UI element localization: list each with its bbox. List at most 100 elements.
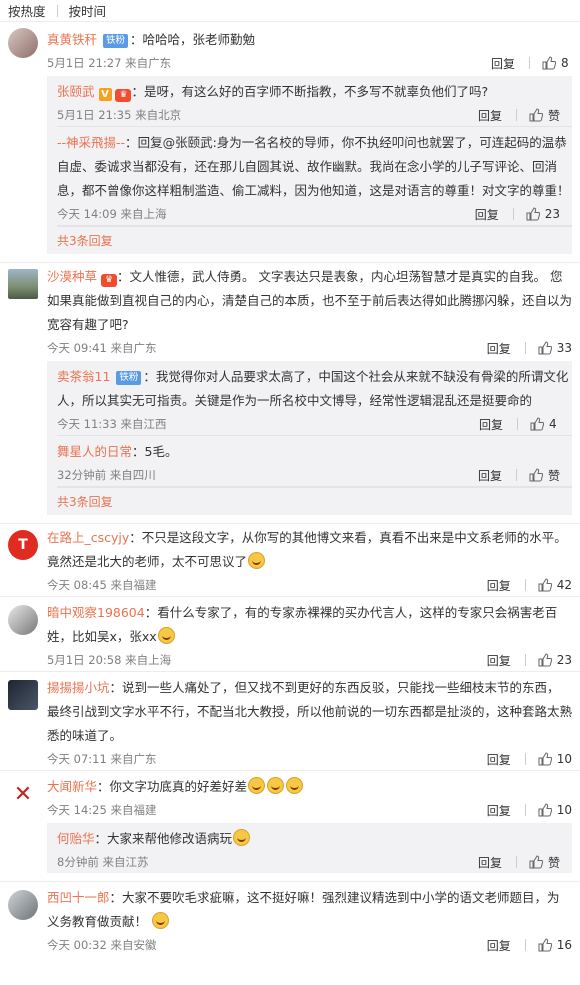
comment-meta: 今天 08:45 来自福建 回复 42 [47, 574, 572, 596]
avatar[interactable] [8, 28, 38, 58]
avatar[interactable]: T [8, 530, 38, 560]
comment-time: 今天 09:41 来自广东 [47, 341, 157, 355]
comment-username[interactable]: 真黄铁秆 [47, 32, 97, 47]
comment-username[interactable]: 沙漠种草 [47, 269, 97, 284]
reply-button[interactable]: 回复 [479, 416, 503, 433]
like-button[interactable]: 8 [542, 56, 572, 70]
like-label: 赞 [547, 855, 560, 870]
verified-icon: V [98, 88, 112, 101]
meta-divider [524, 753, 526, 765]
comment-meta: 今天 09:41 来自广东 回复 33 [47, 337, 572, 359]
comment-text: 在路上_cscyjy：不只是这段文字，从你写的其他博文来看，真看不出来是中文系老… [47, 530, 567, 569]
thumbs-up-icon [529, 108, 543, 122]
avatar[interactable] [8, 680, 38, 710]
sort-by-time-tab[interactable]: 按时间 [69, 1, 107, 20]
thumbs-up-icon [538, 803, 552, 817]
thumbs-up-icon [538, 578, 552, 592]
like-button[interactable]: 10 [538, 803, 572, 817]
reply-button[interactable]: 回复 [487, 652, 511, 669]
comment-username[interactable]: 揚揚揚小坑 [47, 680, 110, 695]
reply-username[interactable]: 舞星人的日常 [57, 444, 132, 459]
reply-button[interactable]: 回复 [487, 937, 511, 954]
reply-username[interactable]: 何贻华 [57, 831, 95, 846]
like-count: 42 [556, 578, 572, 592]
sort-by-hot-tab[interactable]: 按热度 [8, 1, 46, 20]
comment-username[interactable]: 在路上_cscyjy [47, 530, 129, 545]
sort-divider [56, 4, 58, 17]
reply-button[interactable]: 回复 [487, 577, 511, 594]
comment-item: 暗中观察198604：看什么专家了，有的专家赤裸裸的买办代言人，这样的专家只会祸… [0, 597, 580, 672]
comment-item: 沙漠种草 ♛ ：文人惟德，武人侍勇。 文字表达只是表象，内心坦荡智慧才是真实的自我… [0, 263, 580, 524]
avatar[interactable] [8, 605, 38, 635]
laughing-emoji-icon [233, 829, 251, 846]
reply-meta: 32分钟前 来自四川 回复 赞 [57, 464, 572, 486]
reply-button[interactable]: 回复 [478, 467, 502, 484]
meta-divider [512, 208, 514, 220]
thumbs-up-icon [529, 855, 543, 869]
reply-button[interactable]: 回复 [487, 340, 511, 357]
reply-meta: 8分钟前 来自江苏 回复 赞 [57, 851, 572, 873]
view-more-replies-link[interactable]: 共3条回复 [57, 226, 572, 254]
meta-divider [524, 342, 526, 354]
comment-username[interactable]: 暗中观察198604 [47, 605, 145, 620]
like-count: 33 [556, 341, 572, 355]
reply-meta: 今天 11:33 来自江西 回复 4 [57, 413, 572, 435]
reply-username[interactable]: --神采飛揚-- [57, 135, 125, 150]
like-button[interactable]: 赞 [529, 854, 560, 871]
avatar[interactable]: ✕ [8, 779, 38, 809]
meta-divider [515, 469, 517, 481]
reply-button[interactable]: 回复 [478, 854, 502, 871]
reply-button[interactable]: 回复 [478, 107, 502, 124]
thumbs-up-icon [538, 341, 552, 355]
comment-item: ✕ 大闻新华：你文字功底真的好差好差 今天 14:25 来自福建 回复 10 何… [0, 771, 580, 882]
replies-box: 张颐武 V ♛ ：是呀，有这么好的百字师不断指教，不多写不就辜负他们了吗? 5月1… [47, 76, 572, 254]
laughing-emoji-icon [248, 552, 266, 569]
reply-time: 32分钟前 来自四川 [57, 468, 156, 482]
reply-text: 舞星人的日常：5毛。 [57, 444, 178, 459]
like-button[interactable]: 赞 [529, 467, 560, 484]
avatar[interactable] [8, 890, 38, 920]
avatar[interactable] [8, 269, 38, 299]
thumbs-up-icon [538, 938, 552, 952]
comment-text: 西凹十一郎：大家不要吹毛求疵嘛，这不挺好嘛！强烈建议精选到中小学的语文老师题目，… [47, 890, 560, 929]
like-button[interactable]: 赞 [529, 107, 560, 124]
comment-time: 今天 08:45 来自福建 [47, 578, 157, 592]
thumbs-up-icon [538, 752, 552, 766]
thumbs-up-icon [530, 417, 544, 431]
comment-content: 大家不要吹毛求疵嘛，这不挺好嘛！强烈建议精选到中小学的语文老师题目，为义务教育做… [47, 890, 560, 929]
like-button[interactable]: 23 [538, 653, 572, 667]
comment-item: 真黄铁秆 铁粉 ：哈哈哈，张老师勤勉 5月1日 21:27 来自广东 回复 8 张… [0, 22, 580, 263]
comment-username[interactable]: 西凹十一郎 [47, 890, 110, 905]
comment-time: 今天 00:32 来自安徽 [47, 938, 157, 952]
replies-box: 卖茶翁11 铁粉 ：我觉得你对人品要求太高了，中国这个社会从来就不缺没有骨梁的所谓… [47, 361, 572, 515]
comment-item: 揚揚揚小坑：说到一些人痛处了，但又找不到更好的东西反驳，只能找一些细枝末节的东西… [0, 672, 580, 771]
like-button[interactable]: 23 [526, 207, 560, 221]
comment-item: 西凹十一郎：大家不要吹毛求疵嘛，这不挺好嘛！强烈建议精选到中小学的语文老师题目，… [0, 882, 580, 956]
like-button[interactable]: 10 [538, 752, 572, 766]
reply-username[interactable]: 张颐武 [57, 84, 95, 99]
sort-bar: 按热度 按时间 [0, 0, 580, 22]
reply-text: 卖茶翁11 铁粉 ：我觉得你对人品要求太高了，中国这个社会从来就不缺没有骨梁的所谓… [57, 369, 569, 408]
reply-button[interactable]: 回复 [475, 206, 499, 223]
like-button[interactable]: 16 [538, 938, 572, 952]
view-more-replies-link[interactable]: 共3条回复 [57, 487, 572, 515]
like-button[interactable]: 33 [538, 341, 572, 355]
reply-username[interactable]: 卖茶翁11 [57, 369, 110, 384]
like-label: 赞 [547, 108, 560, 123]
reply-time: 今天 11:33 来自江西 [57, 417, 167, 431]
reply-button[interactable]: 回复 [491, 55, 515, 72]
comment-username[interactable]: 大闻新华 [47, 779, 97, 794]
reply-text: 张颐武 V ♛ ：是呀，有这么好的百字师不断指教，不多写不就辜负他们了吗? [57, 84, 489, 102]
like-count: 23 [544, 207, 560, 221]
reply-meta: 今天 14:09 来自上海 回复 23 [57, 203, 572, 225]
like-button[interactable]: 4 [530, 417, 560, 431]
reply-button[interactable]: 回复 [487, 802, 511, 819]
reply-content: 5毛。 [144, 444, 178, 459]
meta-divider [529, 57, 530, 69]
like-button[interactable]: 42 [538, 578, 572, 592]
like-count: 16 [556, 938, 572, 952]
comment-time: 5月1日 20:58 来自上海 [47, 653, 172, 667]
reply-button[interactable]: 回复 [487, 751, 511, 768]
reply-text: --神采飛揚--：回复@张颐武:身为一名名校的导师，你不执经叩问也就罢了，可连起… [57, 135, 570, 198]
meta-divider [524, 939, 526, 951]
